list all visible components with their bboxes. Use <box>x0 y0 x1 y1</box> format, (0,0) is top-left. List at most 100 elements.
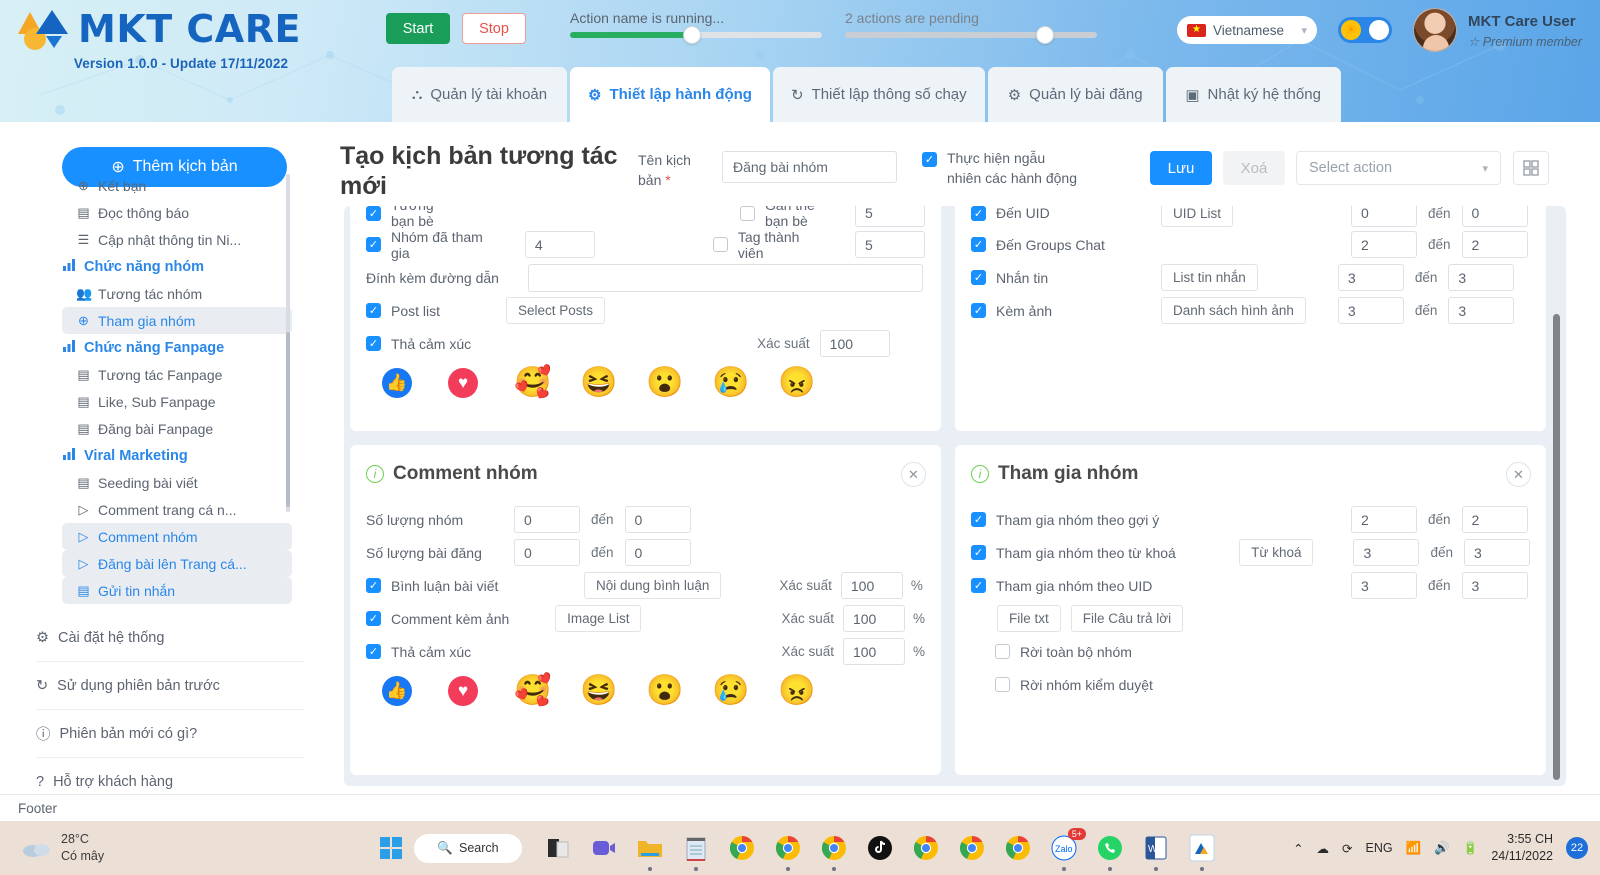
tuong-ban-be-checkbox[interactable] <box>366 206 381 221</box>
content-scrollbar-thumb[interactable] <box>1553 314 1560 780</box>
grid-view-button[interactable] <box>1513 151 1549 185</box>
tab-thiet-lap-thong-so-chay[interactable]: ↻ Thiết lập thông số chạy <box>772 67 985 122</box>
row-roi-nhom-kiem-duyet[interactable]: Rời nhóm kiểm duyệt <box>955 668 1546 701</box>
random-actions-checkbox[interactable] <box>922 152 937 167</box>
wow-reaction[interactable]: 😮 <box>646 676 712 706</box>
tham-gia-tu-khoa-checkbox[interactable] <box>971 545 986 560</box>
den-groups-chat-checkbox[interactable] <box>971 237 986 252</box>
sidebar-item-9[interactable]: ▤ Đăng bài Fanpage <box>62 415 292 442</box>
tham-gia-goi-y-checkbox[interactable] <box>971 512 986 527</box>
mkt-care-icon[interactable] <box>1184 830 1220 871</box>
comment-anh-probability-input[interactable] <box>842 605 905 632</box>
select-action-dropdown[interactable]: Select action ▾ <box>1296 151 1501 185</box>
tag-thanh-vien-input[interactable] <box>855 231 925 258</box>
sidebar-item-0[interactable]: ⊕ Kết bạn <box>62 172 292 199</box>
binh-luan-probability-input[interactable] <box>840 572 903 599</box>
row-tham-gia-goi-y[interactable]: Tham gia nhóm theo gợi ý đến <box>955 503 1546 536</box>
danh-sach-hinh-anh-button[interactable]: Danh sách hình ảnh <box>1161 297 1306 324</box>
nhan-tin-checkbox[interactable] <box>971 270 986 285</box>
chrome-profile-icon-2[interactable] <box>770 830 806 871</box>
system-tray[interactable]: ⌃ ☁ ⟳ ENG 📶 🔊 🔋 3:55 CH 24/11/2022 22 <box>1293 821 1588 875</box>
clock[interactable]: 3:55 CH 24/11/2022 <box>1491 831 1553 865</box>
tham-gia-uid-to[interactable] <box>1461 572 1528 599</box>
reaction-picker-post[interactable]: 👍 ♥ 🥰 😆 😮 😢 😠 <box>350 360 941 422</box>
zoom-icon[interactable] <box>586 830 622 866</box>
row-kem-anh[interactable]: Kèm ảnh Danh sách hình ảnh đến <box>955 294 1546 327</box>
row-post-list[interactable]: Post list Select Posts <box>350 294 941 327</box>
sidebar-item-2[interactable]: ☰ Cập nhật thông tin Ni... <box>62 226 292 253</box>
language-selector[interactable]: ★ Vietnamese ▾ <box>1177 16 1317 44</box>
sad-reaction[interactable]: 😢 <box>712 676 778 706</box>
nhan-tin-to[interactable] <box>1448 264 1515 291</box>
row-roi-toan-bo-nhom[interactable]: Rời toàn bộ nhóm <box>955 635 1546 668</box>
chrome-icon-6[interactable] <box>1000 830 1036 866</box>
pending-progress[interactable]: 2 actions are pending <box>845 10 1097 43</box>
row-nhan-tin[interactable]: Nhắn tin List tin nhắn đến <box>955 261 1546 294</box>
uid-list-button[interactable]: UID List <box>1161 206 1233 227</box>
so-luong-nhom-to[interactable] <box>624 506 691 533</box>
notification-badge[interactable]: 22 <box>1566 837 1588 859</box>
row-tham-gia-uid[interactable]: Tham gia nhóm theo UID đến <box>955 569 1546 602</box>
weather-widget[interactable]: 28°C Có mây <box>22 831 104 865</box>
so-luong-bai-dang-from[interactable] <box>514 539 580 566</box>
binh-luan-bai-viet-checkbox[interactable] <box>366 578 381 593</box>
kem-anh-checkbox[interactable] <box>971 303 986 318</box>
footer-link-1[interactable]: ↻ Sử dụng phiên bản trước <box>36 662 304 710</box>
sync-icon[interactable]: ⟳ <box>1342 841 1352 856</box>
row-den-groups-chat[interactable]: Đến Groups Chat đến <box>955 228 1546 261</box>
so-luong-nhom-from[interactable] <box>514 506 580 533</box>
angry-reaction[interactable]: 😠 <box>778 676 844 706</box>
tham-gia-tu-khoa-from[interactable] <box>1353 539 1420 566</box>
sidebar-item-4[interactable]: 👥 Tương tác nhóm <box>62 280 292 307</box>
row-binh-luan-bai-viet[interactable]: Bình luận bài viết Nội dung bình luận Xá… <box>350 569 941 602</box>
theme-toggle[interactable]: ☀ <box>1338 17 1392 43</box>
row-file-buttons[interactable]: File txt File Câu trả lời <box>955 602 1546 635</box>
row-comment-kem-anh[interactable]: Comment kèm ảnh Image List Xác suất % <box>350 602 941 635</box>
wifi-icon[interactable]: 📶 <box>1406 841 1422 856</box>
file-txt-button[interactable]: File txt <box>997 605 1061 632</box>
sidebar-item-5[interactable]: ⊕ Tham gia nhóm <box>62 307 292 334</box>
sidebar-item-10[interactable]: Viral Marketing <box>62 442 292 469</box>
footer-link-0[interactable]: ⚙ Cài đặt hệ thống <box>36 614 304 662</box>
love-reaction[interactable]: ♥ <box>448 368 514 398</box>
content-scrollbar-track[interactable] <box>1553 212 1560 314</box>
den-groups-chat-to[interactable] <box>1461 231 1528 258</box>
sidebar-item-12[interactable]: ▷ Comment trang cá n... <box>62 496 292 523</box>
love-reaction[interactable]: ♥ <box>448 676 514 706</box>
row-dinh-kem-duong-dan[interactable]: Đính kèm đường dẫn <box>350 261 941 294</box>
delete-button[interactable]: Xoá <box>1223 151 1285 185</box>
battery-icon[interactable]: 🔋 <box>1463 841 1479 856</box>
zalo-icon[interactable]: Zalo 5+ <box>1046 828 1086 871</box>
tham-gia-tu-khoa-to[interactable] <box>1464 539 1530 566</box>
row-nhom-da-tham-gia[interactable]: Nhóm đã tham gia Tag thành viên <box>350 228 941 261</box>
word-icon[interactable]: W <box>1138 830 1174 871</box>
show-hidden-icons-icon[interactable]: ⌃ <box>1293 841 1303 856</box>
file-cau-tra-loi-button[interactable]: File Câu trả lời <box>1070 605 1184 632</box>
row-tha-cam-xuc[interactable]: Thả cảm xúc Xác suất <box>350 327 941 360</box>
script-name-input[interactable] <box>722 151 897 183</box>
tiktok-icon[interactable] <box>862 830 898 866</box>
footer-link-2[interactable]: ⓘ Phiên bản mới có gì? <box>36 710 304 758</box>
like-reaction[interactable]: 👍 <box>382 368 448 398</box>
gan-the-ban-be-checkbox[interactable] <box>739 206 755 221</box>
close-icon[interactable]: ✕ <box>1506 462 1531 487</box>
whatsapp-icon[interactable] <box>1092 830 1128 871</box>
sidebar-footer-links[interactable]: ⚙ Cài đặt hệ thống ↻ Sử dụng phiên bản trướ… <box>36 614 304 806</box>
tab-nhat-ky-he-thong[interactable]: ▣ Nhật ký hệ thống <box>1165 67 1341 122</box>
gan-the-ban-be-input[interactable] <box>855 206 925 227</box>
nhom-da-tham-gia-checkbox[interactable] <box>366 237 381 252</box>
haha-reaction[interactable]: 😆 <box>580 368 646 398</box>
pending-progress-track[interactable] <box>845 27 1097 43</box>
tag-thanh-vien-checkbox[interactable] <box>712 237 728 252</box>
kem-anh-to[interactable] <box>1448 297 1515 324</box>
close-icon[interactable]: ✕ <box>901 462 926 487</box>
haha-reaction[interactable]: 😆 <box>580 676 646 706</box>
chrome-icon-5[interactable] <box>954 830 990 866</box>
running-progress-track[interactable] <box>570 27 822 43</box>
stop-button[interactable]: Stop <box>462 13 526 44</box>
sidebar-item-3[interactable]: Chức năng nhóm <box>62 253 292 280</box>
tu-khoa-button[interactable]: Từ khoá <box>1239 539 1314 566</box>
sidebar-scrollbar-thumb[interactable] <box>286 332 290 507</box>
file-explorer-dark-icon[interactable] <box>540 830 576 866</box>
start-button[interactable]: Start <box>386 13 450 44</box>
